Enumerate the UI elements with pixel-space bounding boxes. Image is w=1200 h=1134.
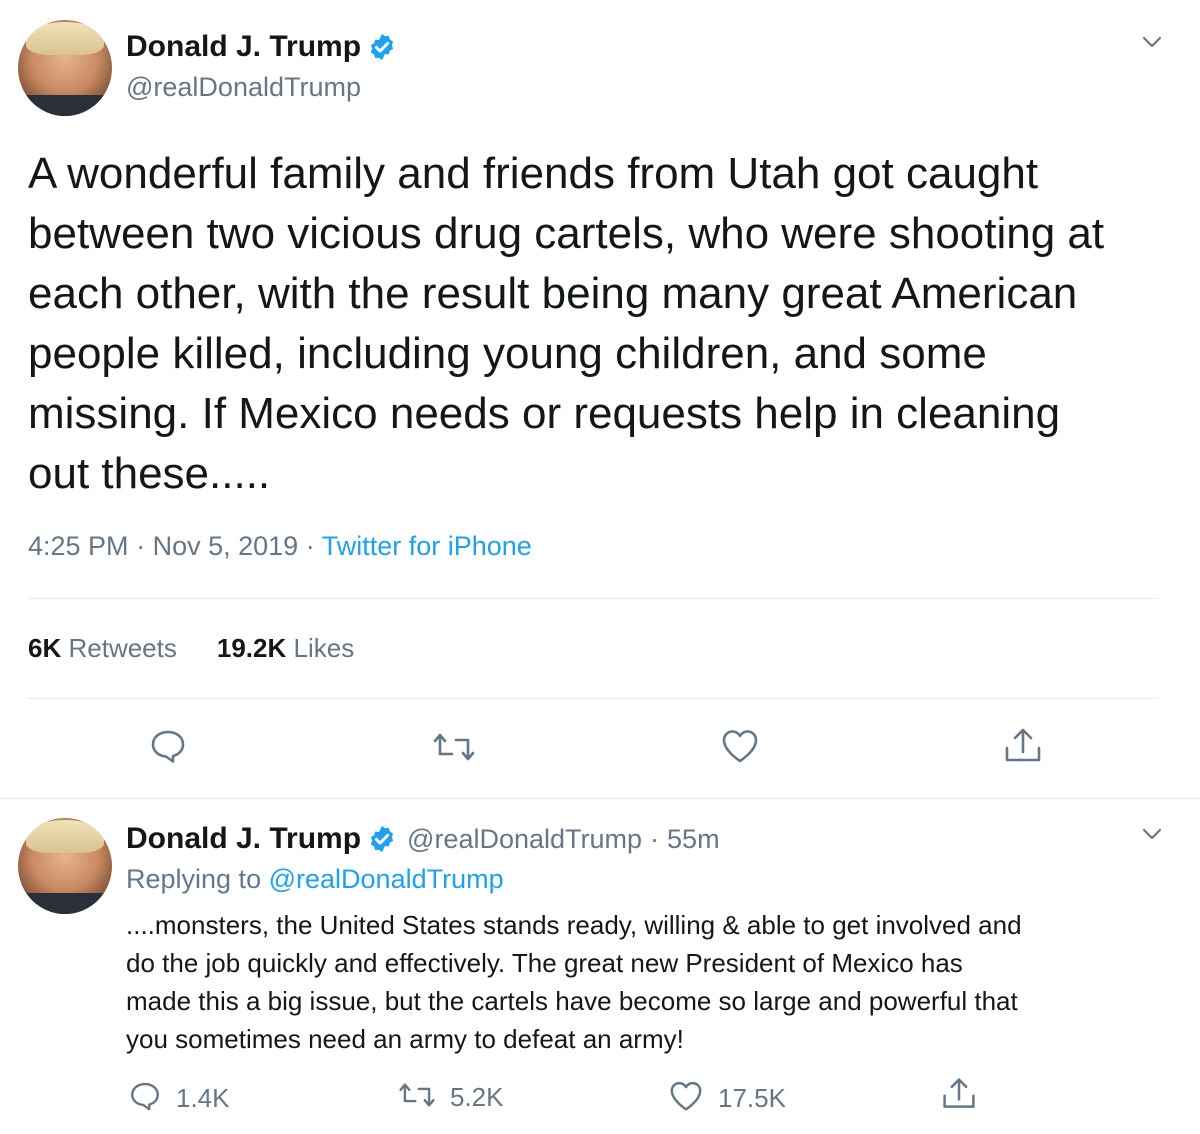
reply-retweet-button[interactable]: 5.2K bbox=[398, 1080, 504, 1115]
reply-count: 1.4K bbox=[176, 1083, 230, 1113]
author-display-name[interactable]: Donald J. Trump bbox=[126, 30, 361, 64]
reply-icon bbox=[128, 1080, 162, 1117]
like-count: 17.5K bbox=[718, 1083, 786, 1113]
like-icon bbox=[720, 728, 760, 769]
reply-author-handle[interactable]: @realDonaldTrump bbox=[407, 824, 642, 855]
like-button[interactable] bbox=[720, 728, 760, 769]
verified-badge-icon bbox=[367, 824, 397, 854]
avatar[interactable] bbox=[18, 20, 112, 116]
reply-share-button[interactable] bbox=[940, 1076, 978, 1117]
chevron-down-icon[interactable] bbox=[1140, 32, 1164, 57]
reply-tweet-text: ....monsters, the United States stands r… bbox=[126, 910, 1022, 1054]
tweet-thread-page: Donald J. Trump @realDonaldTrump A wonde… bbox=[0, 0, 1200, 1134]
reply-author-line: Donald J. Trump @realDonaldTrump · 55m bbox=[126, 822, 720, 856]
reply-like-button[interactable]: 17.5K bbox=[668, 1080, 786, 1117]
reply-button[interactable] bbox=[148, 728, 188, 769]
tweet-time[interactable]: 4:25 PM bbox=[28, 531, 129, 561]
reply-author-display-name[interactable]: Donald J. Trump bbox=[126, 822, 361, 856]
tweet-separator bbox=[0, 798, 1200, 799]
tweet-text: A wonderful family and friends from Utah… bbox=[28, 149, 1105, 498]
reply-age[interactable]: 55m bbox=[667, 824, 720, 855]
likes-count: 19.2K bbox=[216, 633, 287, 663]
retweet-button[interactable] bbox=[432, 730, 476, 769]
chevron-down-icon[interactable] bbox=[1140, 824, 1164, 849]
share-icon bbox=[1002, 726, 1044, 771]
tweet-date[interactable]: Nov 5, 2019 bbox=[153, 531, 299, 561]
retweets-label: Retweets bbox=[68, 633, 177, 663]
retweet-icon bbox=[398, 1080, 436, 1115]
retweet-count: 5.2K bbox=[450, 1082, 504, 1112]
replying-to-line: Replying to @realDonaldTrump bbox=[126, 864, 504, 895]
replying-to-label: Replying to bbox=[126, 864, 262, 894]
meta-separator: · bbox=[650, 823, 660, 854]
reply-avatar[interactable] bbox=[18, 818, 112, 914]
reply-reply-button[interactable]: 1.4K bbox=[128, 1080, 230, 1117]
retweet-icon bbox=[432, 730, 476, 769]
like-icon bbox=[668, 1080, 704, 1117]
meta-separator: · bbox=[305, 531, 315, 561]
share-button[interactable] bbox=[1002, 726, 1044, 771]
author-name-line: Donald J. Trump bbox=[126, 30, 397, 64]
retweets-count: 6K bbox=[28, 633, 62, 663]
meta-separator: · bbox=[136, 531, 146, 561]
likes-label: Likes bbox=[293, 633, 355, 663]
retweets-stat[interactable]: 6K Retweets bbox=[28, 633, 177, 663]
divider bbox=[28, 598, 1158, 599]
share-icon bbox=[940, 1076, 978, 1117]
author-handle[interactable]: @realDonaldTrump bbox=[126, 72, 361, 103]
reply-icon bbox=[148, 728, 188, 769]
tweet-stats: 6K Retweets 19.2K Likes bbox=[28, 633, 354, 664]
replying-to-handle-link[interactable]: @realDonaldTrump bbox=[269, 864, 504, 894]
tweet-meta: 4:25 PM · Nov 5, 2019 · Twitter for iPho… bbox=[28, 531, 532, 562]
divider bbox=[28, 698, 1158, 699]
verified-badge-icon bbox=[367, 32, 397, 62]
tweet-source-link[interactable]: Twitter for iPhone bbox=[322, 531, 532, 561]
likes-stat[interactable]: 19.2K Likes bbox=[217, 633, 354, 663]
